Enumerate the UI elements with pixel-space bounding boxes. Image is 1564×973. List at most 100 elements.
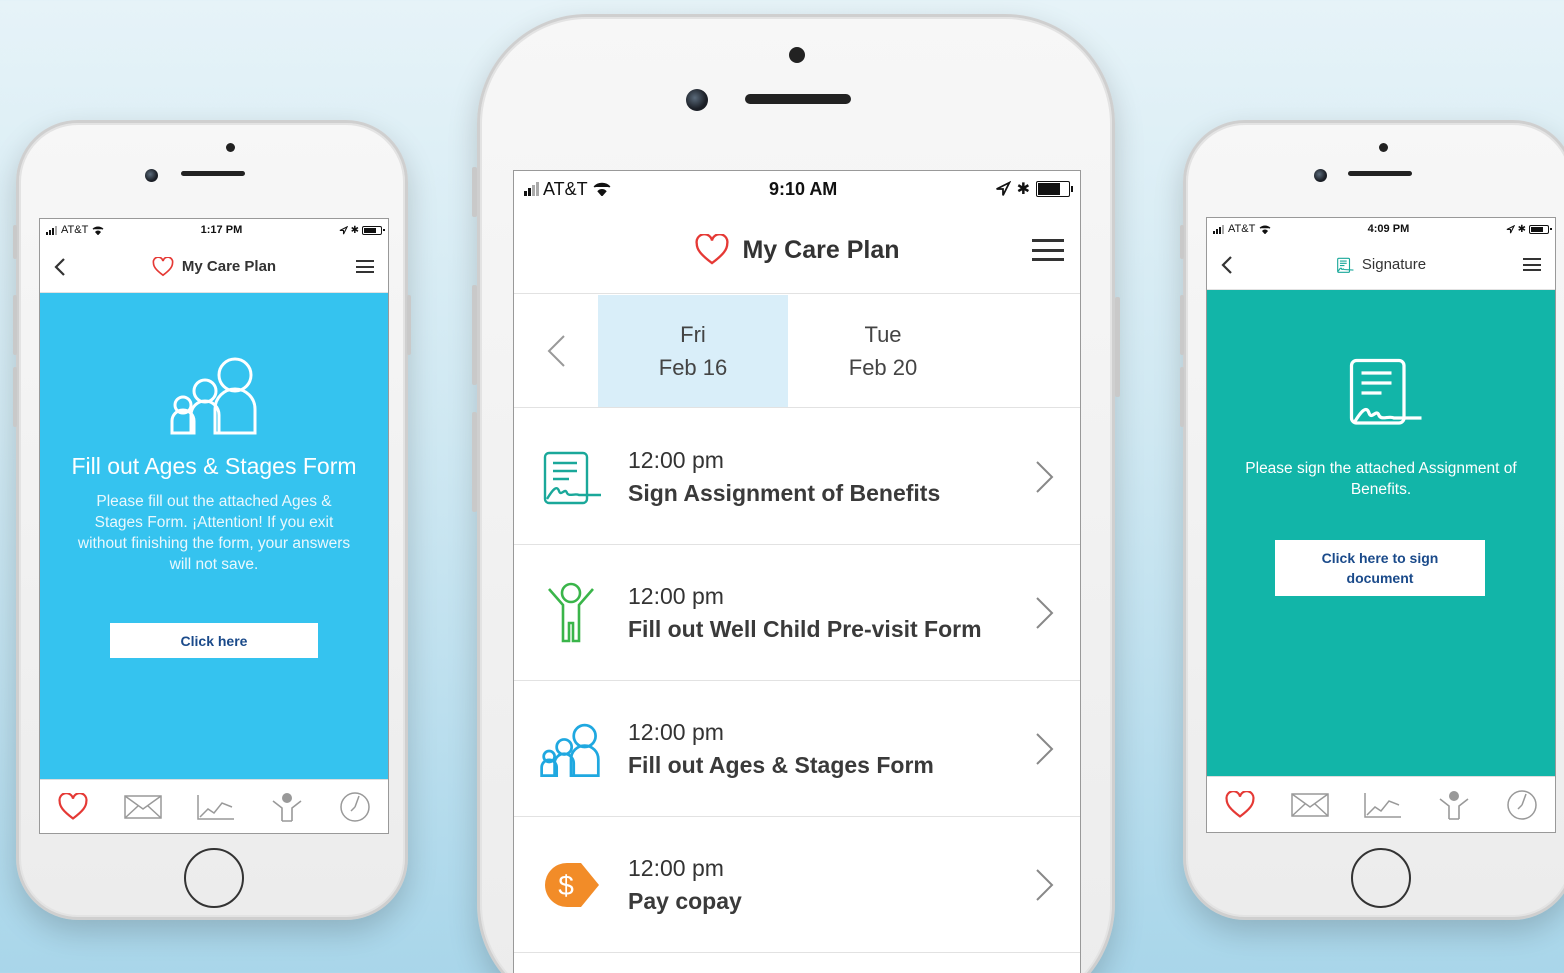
child-icon[interactable] [1437, 789, 1471, 821]
front-camera [686, 89, 708, 111]
task-title: Fill out Ages & Stages Form [628, 751, 934, 778]
task-text: 12:00 pm Fill out Well Child Pre-visit F… [628, 580, 1010, 646]
form-instructions: Please fill out the attached Ages & Stag… [77, 493, 351, 573]
chevron-left-icon [547, 335, 565, 367]
hamburger-menu-icon[interactable] [1523, 258, 1541, 271]
task-chevron [1010, 596, 1080, 630]
signature-document-icon [1337, 257, 1354, 273]
svg-text:$: $ [558, 870, 574, 901]
date-value: Feb 20 [848, 355, 918, 380]
signal-icon [524, 182, 539, 196]
proximity-sensor [226, 143, 235, 152]
mail-icon[interactable] [123, 794, 162, 819]
battery-icon [1036, 181, 1073, 197]
wifi-icon [92, 226, 104, 235]
nav-bar: My Care Plan [40, 241, 388, 293]
form-heading: Fill out Ages & Stages Form [71, 453, 357, 479]
task-row[interactable]: $ 12:00 pm Pay copay [514, 817, 1080, 953]
task-chevron [1010, 460, 1080, 494]
carrier: AT&T [46, 224, 104, 236]
date-selector: Fri Feb 16 Tue Feb 20 [514, 295, 1080, 408]
bluetooth-icon: ✱ [1517, 223, 1526, 235]
task-chevron [1010, 732, 1080, 766]
volume-up-button [472, 285, 477, 385]
tab-bar [1207, 776, 1555, 832]
chevron-right-icon [1036, 596, 1054, 629]
chevron-right-icon [1036, 868, 1054, 901]
signal-icon [46, 225, 57, 235]
home-button[interactable] [184, 848, 244, 908]
task-title: Sign Assignment of Benefits [628, 479, 941, 506]
child-icon[interactable] [270, 791, 304, 823]
task-row[interactable]: 12:00 pm Fill out Well Child Pre-visit F… [514, 545, 1080, 681]
status-right: ✱ [995, 179, 1073, 199]
task-row[interactable]: 12:00 pm Sign Assignment of Benefits [514, 409, 1080, 545]
task-icon [514, 449, 628, 505]
location-arrow-icon [995, 181, 1011, 196]
sign-document-button[interactable]: Click here to sign document [1275, 540, 1485, 596]
nav-bar: Signature [1207, 240, 1555, 290]
status-right: ✱ [1506, 223, 1552, 235]
nav-title: Signature [1336, 256, 1426, 274]
mute-switch [13, 225, 17, 259]
nav-title-label: My Care Plan [181, 258, 277, 275]
carrier: AT&T [1213, 223, 1271, 235]
task-row[interactable]: 12:00 pm Fill out Ages & Stages Form [514, 681, 1080, 817]
form-panel: Fill out Ages & Stages Form Please fill … [40, 293, 388, 781]
chart-icon[interactable] [196, 793, 236, 821]
back-chevron-icon[interactable] [54, 257, 66, 277]
clock-time: 9:10 AM [768, 178, 838, 199]
heart-icon [695, 234, 730, 265]
home-button[interactable] [1351, 848, 1411, 908]
task-chevron [1010, 868, 1080, 902]
nav-title-label: My Care Plan [742, 235, 900, 264]
date-weekday: Tue [864, 322, 902, 347]
carrier: AT&T [524, 179, 612, 200]
volume-down-button [472, 412, 477, 512]
chart-icon[interactable] [1363, 791, 1403, 819]
clock-icon[interactable] [339, 791, 371, 823]
date-value: Feb 16 [658, 355, 728, 380]
front-camera [145, 169, 158, 182]
volume-up-button [1180, 295, 1184, 355]
task-time: 12:00 pm [628, 582, 724, 609]
heart-icon[interactable] [57, 792, 89, 821]
wifi-icon [1259, 225, 1271, 234]
chevron-right-icon [1036, 460, 1054, 493]
back-chevron-icon[interactable] [1221, 255, 1233, 275]
date-tab-tue-feb-20[interactable]: Tue Feb 20 [788, 295, 978, 407]
date-tab-fri-feb-16[interactable]: Fri Feb 16 [598, 295, 788, 407]
volume-down-button [1180, 367, 1184, 427]
carrier-label: AT&T [543, 178, 588, 199]
task-time: 12:00 pm [628, 446, 724, 473]
hamburger-menu-icon[interactable] [1032, 239, 1064, 261]
status-bar: AT&T 9:10 AM ✱ [514, 171, 1080, 207]
family-icon [170, 357, 257, 435]
location-arrow-icon [1506, 224, 1515, 233]
clock-icon[interactable] [1506, 789, 1538, 821]
mute-switch [472, 167, 477, 217]
status-bar: AT&T 4:09 PM ✱ [1207, 218, 1555, 240]
nav-title-label: Signature [1361, 256, 1427, 273]
click-here-button[interactable]: Click here [110, 623, 318, 658]
heart-icon[interactable] [1224, 790, 1256, 819]
bluetooth-icon: ✱ [350, 224, 359, 236]
task-icon [514, 721, 628, 777]
task-icon: $ [514, 859, 628, 911]
proximity-sensor [789, 47, 805, 63]
nav-bar: My Care Plan [514, 207, 1080, 294]
volume-up-button [13, 295, 17, 355]
hamburger-menu-icon[interactable] [356, 260, 374, 273]
right-phone: AT&T 4:09 PM ✱ Signature Please sign the… [1180, 120, 1564, 920]
carrier-label: AT&T [1228, 223, 1256, 235]
mute-switch [1180, 225, 1184, 259]
wifi-icon [593, 182, 611, 196]
signal-icon [1213, 224, 1224, 234]
mail-icon[interactable] [1290, 792, 1329, 817]
right-screen: AT&T 4:09 PM ✱ Signature Please sign the… [1206, 217, 1556, 833]
signature-document-icon [1349, 358, 1422, 425]
previous-date-button[interactable] [514, 295, 598, 407]
signature-document-icon [543, 451, 601, 504]
clock-time: 4:09 PM [1367, 223, 1410, 235]
task-title: Pay copay [628, 887, 742, 914]
